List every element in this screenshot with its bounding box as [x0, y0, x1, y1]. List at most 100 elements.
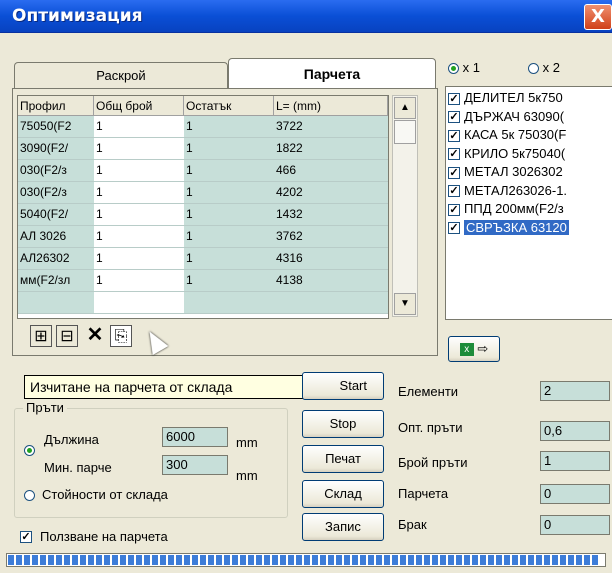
- arrow-right-icon: ⇨: [477, 341, 489, 356]
- start-button[interactable]: Start: [302, 372, 384, 400]
- grid-cell[interactable]: АЛ 3026: [18, 226, 94, 248]
- grid-cell[interactable]: 5040(F2/: [18, 204, 94, 226]
- grid-cell[interactable]: 1: [94, 160, 184, 182]
- grid-cell[interactable]: [18, 292, 94, 314]
- scroll-down-button[interactable]: ▼: [394, 293, 416, 315]
- stop-button[interactable]: Stop: [302, 410, 384, 438]
- column-header-total-count[interactable]: Общ брой: [94, 96, 184, 116]
- grid-cell[interactable]: 4202: [274, 182, 388, 204]
- excel-icon: x: [459, 343, 474, 357]
- use-pieces-checkbox[interactable]: ✓: [20, 531, 32, 543]
- stat-bar-count-label: Брой пръти: [398, 455, 468, 470]
- grid-cell[interactable]: 1: [94, 270, 184, 292]
- column-header-remaining[interactable]: Остатък: [184, 96, 274, 116]
- profile-label: ППД 200мм(F2/з: [464, 201, 564, 216]
- grid-cell[interactable]: 1: [94, 138, 184, 160]
- stat-scrap-label: Брак: [398, 517, 427, 532]
- pieces-grid[interactable]: Профил Общ брой Остатък L= (mm) 75050(F2…: [17, 95, 389, 319]
- grid-cell[interactable]: 4138: [274, 270, 388, 292]
- profile-checkbox[interactable]: ✓: [448, 129, 460, 142]
- store-button[interactable]: Склад: [302, 480, 384, 508]
- column-header-profile[interactable]: Профил: [18, 96, 94, 116]
- profile-label: МЕТАЛ263026-1.: [464, 182, 568, 198]
- grid-cell[interactable]: 1432: [274, 204, 388, 226]
- export-excel-button[interactable]: x ⇨: [448, 336, 500, 362]
- stat-elements-label: Елементи: [398, 384, 459, 399]
- title-bar[interactable]: Оптимизация X: [0, 0, 612, 33]
- min-piece-input[interactable]: 300: [162, 455, 228, 475]
- delete-row-icon[interactable]: ✕: [84, 325, 106, 347]
- grid-cell[interactable]: [274, 292, 388, 314]
- profile-checkbox[interactable]: ✓: [448, 92, 460, 105]
- profile-checkbox[interactable]: ✓: [448, 203, 460, 216]
- length-label: Дължина: [44, 432, 99, 447]
- insert-row-icon[interactable]: ⊞: [30, 325, 52, 347]
- profile-list-item[interactable]: ✓ КРИЛО 5к75040(: [448, 145, 565, 163]
- profile-checkbox[interactable]: ✓: [448, 166, 460, 179]
- profile-checkbox[interactable]: ✓: [448, 185, 460, 198]
- grid-cell[interactable]: АЛ26302: [18, 248, 94, 270]
- edit-row-icon[interactable]: ⊟: [56, 325, 78, 347]
- grid-cell[interactable]: 1: [184, 116, 274, 138]
- grid-cell[interactable]: 030(F2/з: [18, 160, 94, 182]
- radio-x1[interactable]: x 1: [448, 60, 480, 75]
- grid-cell[interactable]: 466: [274, 160, 388, 182]
- grid-cell[interactable]: 1: [94, 182, 184, 204]
- grid-cell[interactable]: 1: [184, 182, 274, 204]
- min-piece-unit: mm: [236, 468, 258, 483]
- grid-cell[interactable]: 4316: [274, 248, 388, 270]
- profile-list-item[interactable]: ✓ КАСА 5к 75030(F: [448, 126, 566, 144]
- grid-scrollbar[interactable]: ▲ ▼: [392, 95, 418, 317]
- print-button[interactable]: Печат: [302, 445, 384, 473]
- profile-list-item[interactable]: ✓ ППД 200мм(F2/з: [448, 200, 564, 218]
- grid-cell[interactable]: 75050(F2: [18, 116, 94, 138]
- load-from-store-icon[interactable]: ⎘: [110, 325, 132, 347]
- close-button[interactable]: X: [584, 4, 612, 30]
- grid-cell[interactable]: 3090(F2/: [18, 138, 94, 160]
- radio-store-values[interactable]: [24, 490, 35, 501]
- grid-cell[interactable]: 3722: [274, 116, 388, 138]
- radio-manual-length[interactable]: [24, 445, 35, 456]
- tab-cutting[interactable]: Раскрой: [14, 62, 228, 89]
- grid-cell[interactable]: 1: [184, 138, 274, 160]
- grid-cell[interactable]: 1822: [274, 138, 388, 160]
- stat-pieces-value: 0: [540, 484, 610, 504]
- bars-group-title: Пръти: [23, 400, 67, 415]
- grid-cell[interactable]: 3762: [274, 226, 388, 248]
- profile-checklist[interactable]: ✓ ДЕЛИТЕЛ 5к750 ✓ ДЪРЖАЧ 63090(✓ КАСА 5к 750…: [445, 86, 612, 320]
- length-unit: mm: [236, 435, 258, 450]
- grid-cell[interactable]: 1: [94, 116, 184, 138]
- grid-cell[interactable]: 1: [94, 248, 184, 270]
- profile-checkbox[interactable]: ✓: [448, 222, 460, 235]
- profile-checkbox[interactable]: ✓: [448, 148, 460, 161]
- length-input[interactable]: 6000: [162, 427, 228, 447]
- radio-x1-indicator[interactable]: [448, 63, 459, 75]
- profile-label: ДЕЛИТЕЛ 5к750: [464, 90, 563, 105]
- profile-list-item[interactable]: ✓ МЕТАЛ 3026302: [448, 163, 563, 181]
- profile-list-item[interactable]: ✓ ДЕЛИТЕЛ 5к750: [448, 89, 563, 107]
- grid-cell[interactable]: [184, 292, 274, 314]
- tab-pieces[interactable]: Парчета: [228, 58, 436, 89]
- radio-x2-indicator[interactable]: [528, 63, 539, 75]
- profile-list-item[interactable]: ✓ СВРЪЗКА 63120: [448, 219, 569, 237]
- grid-cell[interactable]: [94, 292, 184, 314]
- grid-cell[interactable]: 1: [94, 226, 184, 248]
- profile-list-item[interactable]: ✓ ДЪРЖАЧ 63090(: [448, 108, 564, 126]
- grid-cell[interactable]: 1: [184, 248, 274, 270]
- grid-cell[interactable]: 1: [184, 226, 274, 248]
- optimization-window: Оптимизация X Раскрой Парчета Профил Общ…: [0, 0, 612, 573]
- grid-cell[interactable]: мм(F2/зл: [18, 270, 94, 292]
- scroll-up-button[interactable]: ▲: [394, 97, 416, 119]
- grid-cell[interactable]: 030(F2/з: [18, 182, 94, 204]
- profile-checkbox[interactable]: ✓: [448, 111, 460, 124]
- grid-cell[interactable]: 1: [184, 270, 274, 292]
- scroll-thumb[interactable]: [394, 120, 416, 144]
- radio-x2[interactable]: x 2: [528, 60, 560, 75]
- profile-list-item[interactable]: ✓ МЕТАЛ263026-1.: [448, 182, 567, 200]
- profile-label: КРИЛО 5к75040(: [464, 145, 566, 161]
- column-header-length[interactable]: L= (mm): [274, 96, 388, 116]
- save-button[interactable]: Запис: [302, 513, 384, 541]
- grid-cell[interactable]: 1: [94, 204, 184, 226]
- grid-cell[interactable]: 1: [184, 204, 274, 226]
- grid-cell[interactable]: 1: [184, 160, 274, 182]
